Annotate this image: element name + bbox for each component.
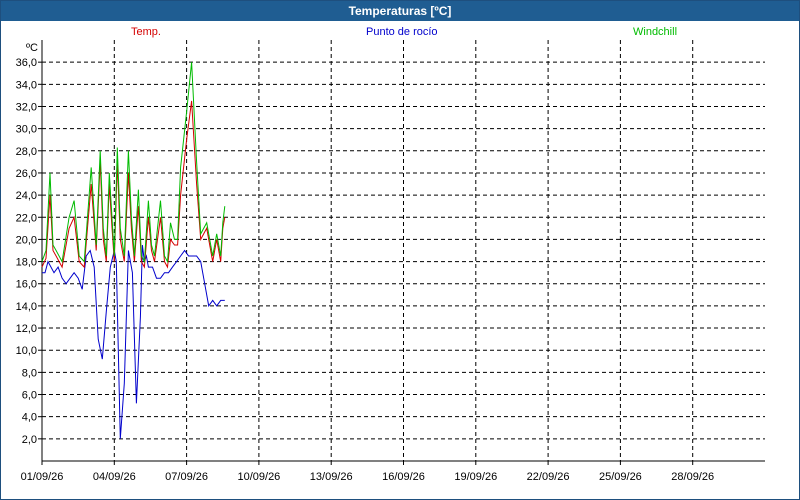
x-tick-label: 25/09/26 [599,471,642,483]
y-tick-label: 4,0 [22,412,37,424]
legend-windchill: Windchill [633,26,678,38]
x-tick-label: 28/09/26 [671,471,714,483]
chart-window: Temperaturas [ºC] 2,0 4,0 6,0 8,0 10,0 12,0 14… [0,0,800,500]
y-tick-label: 20,0 [16,234,37,246]
y-tick-label: 8,0 [22,367,37,379]
y-tick-label: 2,0 [22,434,37,446]
y-tick-label: 24,0 [16,190,37,202]
y-tick-label: 18,0 [16,257,37,269]
y-tick-label: 14,0 [16,301,37,313]
y-tick-label: 26,0 [16,168,37,180]
x-tick-label: 13/09/26 [310,471,353,483]
y-tick-label: 10,0 [16,345,37,357]
legend-temp: Temp. [131,26,161,38]
x-tick-label: 04/09/26 [93,471,136,483]
y-tick-label: 12,0 [16,323,37,335]
y-tick-label: 36,0 [16,57,37,69]
y-tick-label: 34,0 [16,79,37,91]
y-tick-label: 32,0 [16,101,37,113]
chart-grid [42,40,765,461]
y-axis-unit: ºC [26,42,38,54]
y-tick-label: 22,0 [16,212,37,224]
y-tick-label: 28,0 [16,146,37,158]
y-tick-label: 16,0 [16,279,37,291]
x-axis-ticks: 01/09/26 04/09/26 07/09/26 10/09/26 13/09/26… [21,461,714,483]
x-tick-label: 19/09/26 [454,471,497,483]
y-tick-label: 30,0 [16,124,37,136]
series-lines [41,62,226,439]
legend-dew-point: Punto de rocío [366,26,438,38]
x-tick-label: 10/09/26 [237,471,280,483]
series-line-2 [41,62,226,264]
series-line-1 [42,244,225,439]
x-tick-label: 22/09/26 [527,471,570,483]
y-axis-ticks: 2,0 4,0 6,0 8,0 10,0 12,0 14,0 16,0 18,0 20,0 22,0… [16,57,42,446]
x-tick-label: 07/09/26 [165,471,208,483]
temperature-chart: 2,0 4,0 6,0 8,0 10,0 12,0 14,0 16,0 18,0 20,0 22,0… [16,40,765,483]
x-tick-label: 16/09/26 [382,471,425,483]
y-tick-label: 6,0 [22,390,37,402]
x-tick-label: 01/09/26 [21,471,64,483]
